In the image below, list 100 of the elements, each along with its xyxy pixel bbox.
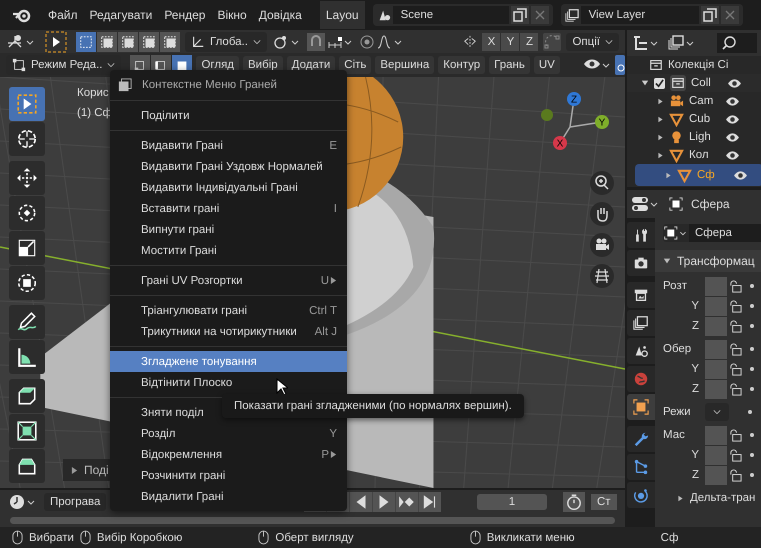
copy-icon[interactable] bbox=[700, 6, 719, 24]
menu-item[interactable]: Видавити Грані E bbox=[110, 135, 347, 156]
keyframe-dot-icon[interactable] bbox=[750, 347, 754, 351]
value-field[interactable] bbox=[705, 276, 727, 296]
navigation-gizmo[interactable]: Z Y X bbox=[530, 87, 610, 167]
value-field[interactable] bbox=[705, 426, 727, 444]
view-layer-field[interactable]: View Layer bbox=[580, 6, 699, 24]
delta-transform-panel-header[interactable]: Дельта-тран bbox=[663, 492, 761, 504]
copy-icon[interactable] bbox=[510, 6, 529, 24]
disclosure-triangle-icon[interactable] bbox=[657, 98, 664, 104]
auto-merge-icon[interactable] bbox=[543, 32, 562, 50]
menu-item[interactable]: Видавити Грані Уздовж Нормалей bbox=[110, 156, 347, 177]
mirror-icon[interactable] bbox=[463, 34, 478, 48]
keyframe-dot-icon[interactable] bbox=[750, 387, 754, 391]
rotate-tool-button[interactable] bbox=[9, 196, 45, 230]
transform-panel-header[interactable]: Трансформац bbox=[655, 250, 761, 272]
menu-item[interactable]: Розділ Y bbox=[110, 423, 347, 444]
padlock-icon[interactable] bbox=[729, 320, 742, 332]
eye-icon[interactable] bbox=[725, 96, 740, 106]
eye-icon[interactable] bbox=[725, 150, 740, 160]
view-layer-selector[interactable]: View Layer bbox=[560, 4, 743, 26]
playback-dropdown[interactable]: Програва bbox=[44, 493, 106, 511]
scene-field[interactable]: Scene bbox=[392, 6, 509, 24]
snap-dropdown[interactable] bbox=[306, 32, 353, 50]
inset-tool-button[interactable] bbox=[9, 414, 45, 448]
menu-item[interactable]: Трикутники на чотирикутники Alt J bbox=[110, 321, 347, 342]
grid-icon[interactable] bbox=[590, 264, 614, 288]
header-menu[interactable]: Сіть bbox=[339, 56, 372, 74]
disclosure-triangle-icon[interactable] bbox=[657, 152, 664, 158]
keyframe-dot-icon[interactable] bbox=[750, 304, 754, 308]
outliner-item-label[interactable]: Coll bbox=[691, 77, 721, 89]
value-field[interactable] bbox=[705, 380, 727, 398]
search-icon[interactable] bbox=[717, 33, 757, 53]
value-field[interactable] bbox=[705, 446, 727, 464]
menu-item[interactable]: Файл bbox=[42, 8, 84, 22]
transform-tool-button[interactable] bbox=[9, 266, 45, 300]
stopwatch-icon[interactable] bbox=[563, 492, 585, 512]
object-name-field[interactable]: Сфера bbox=[689, 224, 761, 242]
header-menu[interactable]: Грань bbox=[489, 56, 530, 74]
outliner-item-label[interactable]: Сф bbox=[697, 169, 727, 181]
outliner-item-label[interactable]: Ligh bbox=[689, 131, 719, 143]
eye-icon[interactable] bbox=[733, 170, 748, 180]
particles-properties-tab[interactable] bbox=[627, 454, 655, 480]
select-tool-button[interactable] bbox=[9, 87, 45, 121]
zoom-icon[interactable] bbox=[590, 171, 614, 195]
scene-selector[interactable]: Scene bbox=[372, 4, 553, 26]
measure-tool-button[interactable] bbox=[9, 340, 45, 374]
value-field[interactable] bbox=[705, 466, 727, 484]
outliner-item-label[interactable]: Cub bbox=[689, 113, 719, 125]
app-logo-icon[interactable] bbox=[12, 7, 32, 23]
annotate-tool-button[interactable] bbox=[9, 305, 45, 339]
play-reverse-icon[interactable] bbox=[350, 492, 372, 512]
exclude-checkbox[interactable] bbox=[654, 78, 665, 88]
menu-item[interactable]: Довідка bbox=[252, 8, 308, 22]
padlock-icon[interactable] bbox=[729, 468, 742, 482]
outliner-item-label[interactable]: Cam bbox=[689, 95, 719, 107]
menu-item[interactable]: Поділити bbox=[110, 105, 347, 126]
orientation-dropdown[interactable]: Глоба.. bbox=[185, 32, 267, 52]
padlock-icon[interactable] bbox=[729, 280, 742, 292]
menu-item[interactable]: Редагувати bbox=[84, 8, 158, 22]
header-menu[interactable]: Вершина bbox=[375, 56, 434, 74]
workspace-tab[interactable]: Layou bbox=[320, 1, 365, 29]
box-select-mode-button[interactable] bbox=[97, 32, 117, 52]
padlock-icon[interactable] bbox=[729, 362, 742, 376]
object-properties-tab[interactable] bbox=[627, 394, 655, 420]
proportional-edit-dropdown[interactable] bbox=[358, 32, 404, 50]
outliner-item-label[interactable]: Кол bbox=[689, 149, 719, 161]
play-icon[interactable] bbox=[373, 492, 395, 512]
box-select-mode-button[interactable] bbox=[76, 32, 96, 52]
menu-item[interactable]: Видалити Грані bbox=[110, 486, 347, 507]
bevel-tool-button[interactable] bbox=[9, 449, 45, 483]
move-tool-button[interactable] bbox=[9, 161, 45, 195]
scene-collection-label[interactable]: Колекція Сі bbox=[668, 59, 728, 71]
header-menu[interactable]: Контур bbox=[438, 56, 486, 74]
menu-item[interactable]: Вставити грані I bbox=[110, 198, 347, 219]
keyframe-dot-icon[interactable] bbox=[750, 324, 754, 328]
keyframe-dot-icon[interactable] bbox=[750, 433, 754, 437]
modifier-properties-tab[interactable] bbox=[627, 426, 655, 452]
box-select-mode-button[interactable] bbox=[139, 32, 159, 52]
value-field[interactable] bbox=[705, 296, 727, 316]
start-frame-field[interactable]: Ст bbox=[591, 494, 617, 510]
hand-icon[interactable] bbox=[590, 202, 614, 226]
keyframe-dot-icon[interactable] bbox=[748, 410, 752, 414]
padlock-icon[interactable] bbox=[729, 382, 742, 396]
options-dropdown[interactable]: Опції bbox=[566, 32, 619, 50]
menu-item[interactable]: Відтінити Плоско bbox=[110, 372, 347, 393]
disclosure-triangle-icon[interactable] bbox=[657, 134, 664, 140]
value-field[interactable] bbox=[705, 316, 727, 336]
padlock-icon[interactable] bbox=[729, 448, 742, 462]
physics-properties-tab[interactable] bbox=[627, 482, 655, 508]
disclosure-triangle-icon[interactable] bbox=[665, 172, 672, 178]
extrude-tool-button[interactable] bbox=[9, 379, 45, 413]
box-select-mode-button[interactable] bbox=[160, 32, 180, 52]
menu-item[interactable]: Мостити Грані bbox=[110, 240, 347, 261]
mirror-axis-toggle[interactable]: Z bbox=[520, 32, 538, 50]
eye-icon[interactable] bbox=[725, 114, 740, 124]
camera-icon[interactable] bbox=[590, 233, 614, 257]
menu-item[interactable]: Тріангулювати грані Ctrl T bbox=[110, 300, 347, 321]
eye-icon[interactable] bbox=[727, 78, 742, 88]
menu-item[interactable]: Вікно bbox=[211, 8, 253, 22]
